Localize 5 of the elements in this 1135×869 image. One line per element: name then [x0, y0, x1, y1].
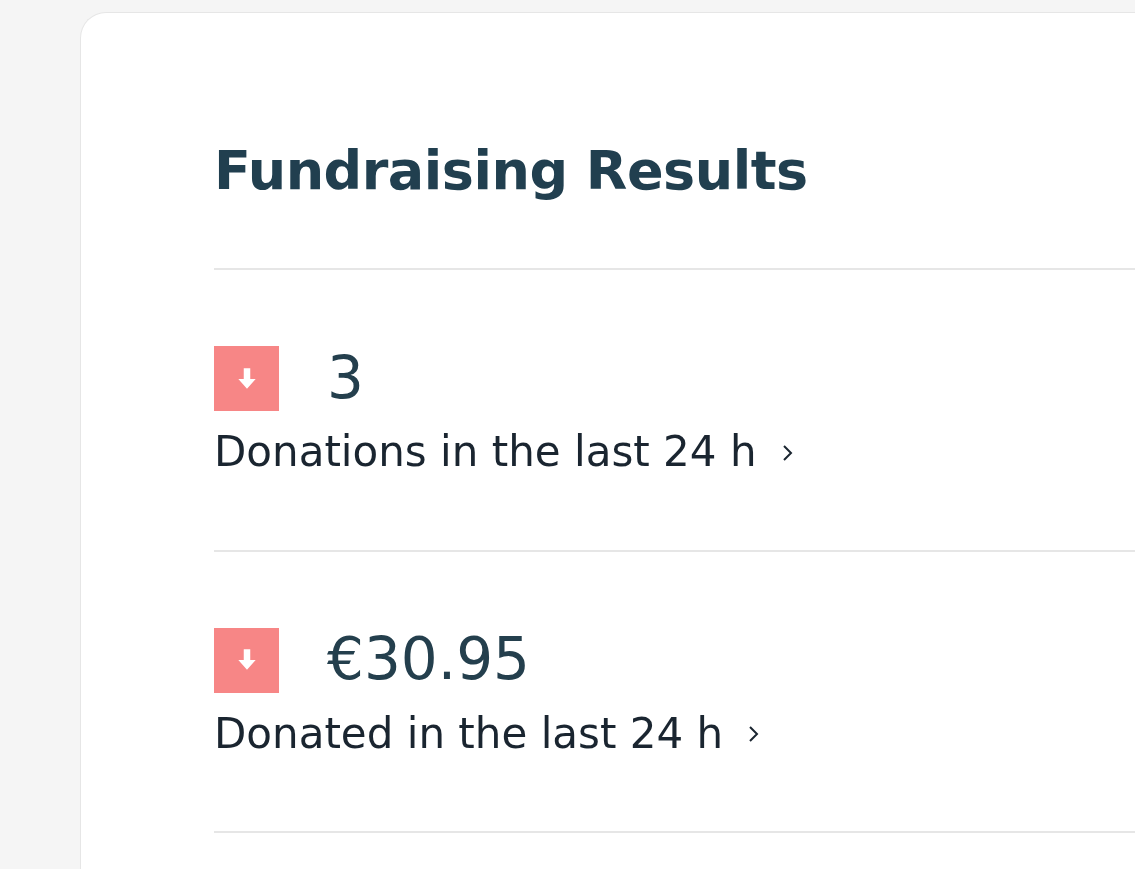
metric-value: 3 — [327, 347, 364, 411]
metric-link[interactable]: Donations in the last 24 h — [214, 427, 795, 478]
metric-value: €30.95 — [327, 628, 530, 693]
metric-link[interactable]: Donated in the last 24 h — [214, 708, 762, 760]
card-title: Fundraising Results — [214, 138, 809, 204]
